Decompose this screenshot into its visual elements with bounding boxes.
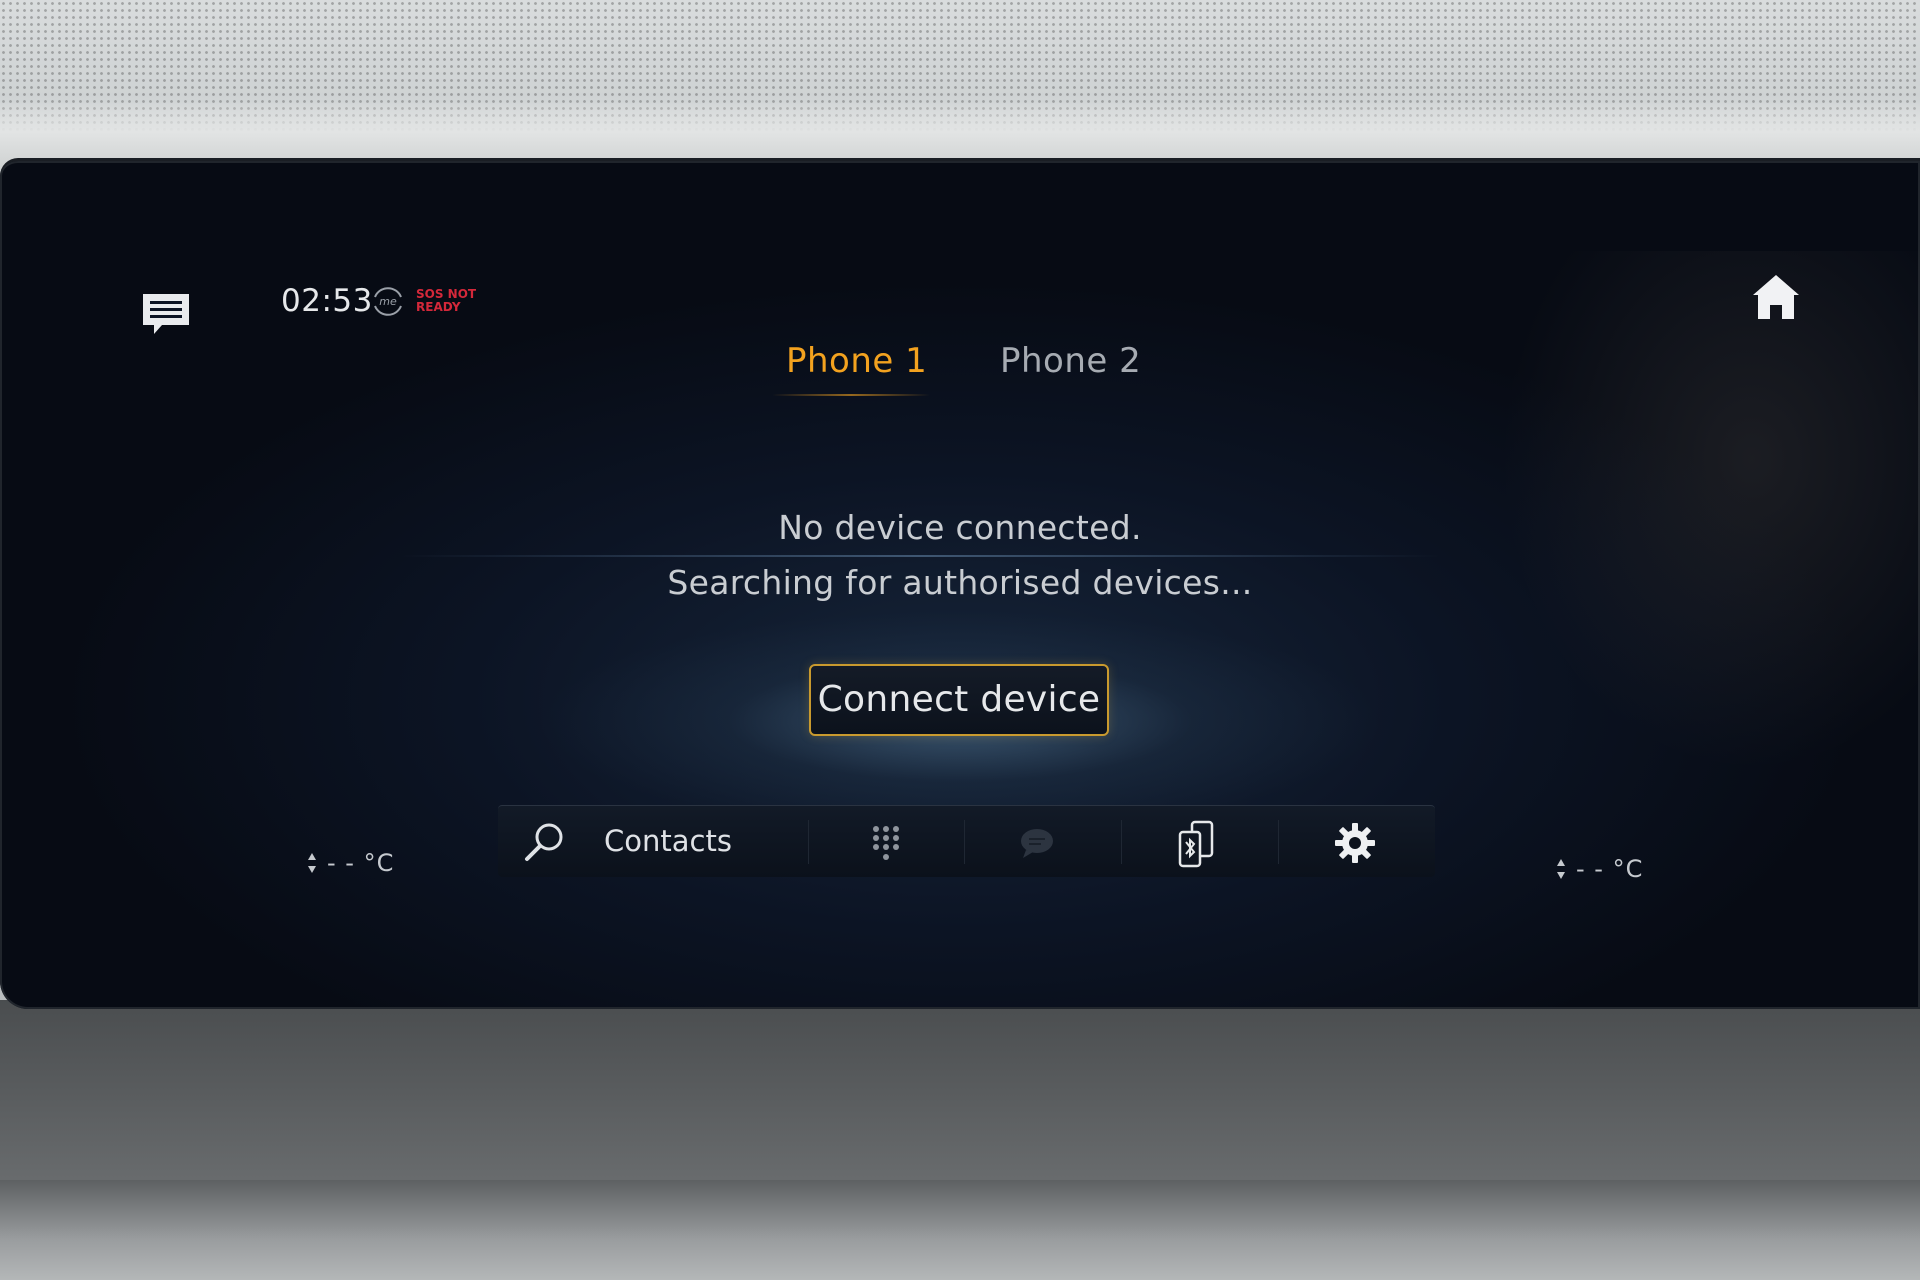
status-message-primary: No device connected. (778, 508, 1142, 547)
messages-tab-button[interactable] (965, 806, 1121, 878)
messages-button[interactable] (140, 291, 192, 337)
mercedes-me-icon: me (372, 285, 404, 317)
message-list-icon (143, 294, 189, 334)
temperature-left[interactable]: - - °C (307, 849, 394, 877)
connect-device-button[interactable]: Connect device (809, 664, 1109, 736)
phone-settings-button[interactable] (1279, 806, 1435, 878)
temperature-left-value: - - °C (327, 849, 395, 877)
contacts-search-button[interactable]: Contacts (498, 806, 808, 878)
contacts-label: Contacts (604, 824, 732, 858)
tab-phone-2[interactable]: Phone 2 (1000, 341, 1141, 381)
svg-text:me: me (379, 295, 397, 308)
temperature-right[interactable]: - - °C (1556, 855, 1643, 883)
keypad-button[interactable] (809, 806, 964, 878)
dashboard-crease (0, 1180, 1920, 1280)
temp-updown-icon (308, 853, 316, 873)
sos-line-2: READY (416, 300, 461, 314)
active-tab-indicator (772, 394, 930, 396)
bluetooth-devices-button[interactable] (1122, 806, 1278, 878)
infotainment-screen: 02:53 me SOS NOT READY Phone 1 Phone 2 N… (0, 158, 1920, 1009)
home-button[interactable] (1749, 271, 1803, 323)
search-icon (525, 823, 563, 861)
status-message-secondary: Searching for authorised devices... (667, 563, 1253, 602)
sos-status: SOS NOT READY (416, 288, 496, 314)
tab-phone-1[interactable]: Phone 1 (786, 341, 927, 381)
temperature-right-value: - - °C (1576, 855, 1644, 883)
glow-divider (400, 555, 1440, 557)
home-icon (1753, 275, 1799, 319)
keypad-icon (873, 826, 899, 860)
bluetooth-phone-icon (1178, 820, 1214, 868)
chat-icon (1021, 829, 1053, 858)
clock: 02:53 (281, 283, 373, 319)
phone-toolbar: Contacts (498, 805, 1435, 877)
temp-updown-icon (1557, 859, 1565, 879)
gear-icon (1335, 823, 1375, 863)
